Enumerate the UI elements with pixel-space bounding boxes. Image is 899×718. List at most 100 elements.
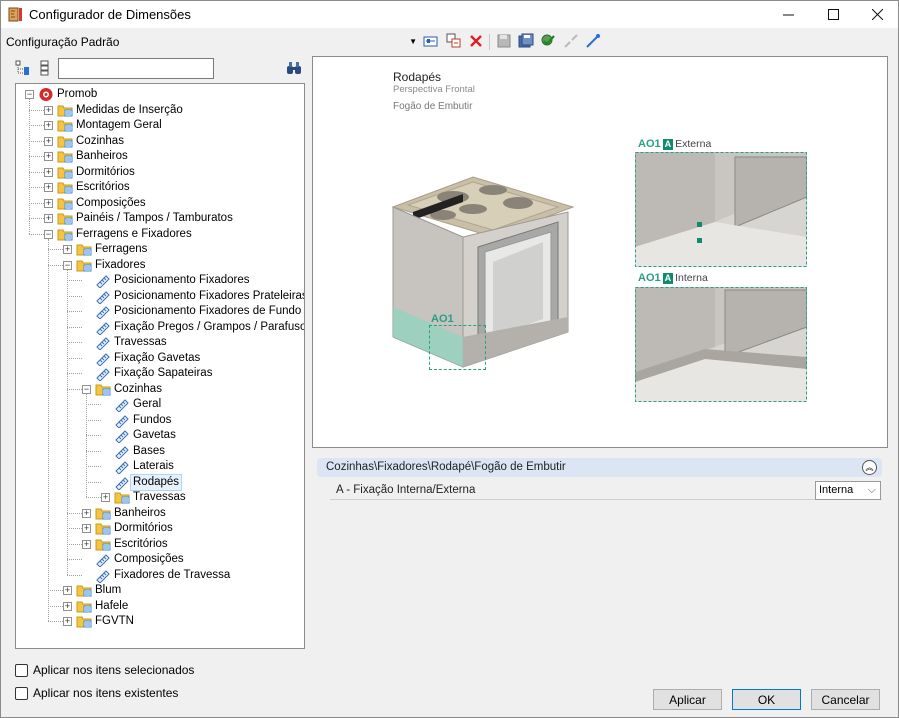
expand-node-icon[interactable]: + (101, 493, 110, 502)
save-icon[interactable] (495, 32, 513, 50)
tree-item[interactable]: Fixação Gavetas (16, 351, 304, 367)
tree-item[interactable]: + Composições (16, 196, 304, 211)
collapse-group-button[interactable]: ︽ (862, 460, 877, 475)
property-group-header: Cozinhas\Fixadores\Rodapé\Fogão de Embut… (317, 458, 882, 477)
tree-item-label: Posicionamento Fixadores de Fundo (114, 305, 302, 317)
tree-item-label: Posicionamento Fixadores (114, 274, 250, 286)
tree-item[interactable]: + Montagem Geral (16, 118, 304, 133)
property-value-dropdown[interactable]: Interna ⌵ (815, 481, 881, 500)
expand-node-icon[interactable]: + (82, 539, 91, 549)
tree-item[interactable]: Fixação Pregos / Grampos / Parafusos (16, 320, 304, 336)
expand-node-icon[interactable]: + (44, 121, 53, 130)
dimension-item-icon (95, 568, 111, 584)
close-button[interactable] (855, 1, 899, 28)
apply-selected-option[interactable]: Aplicar nos itens selecionados (15, 662, 194, 678)
collapse-node-icon[interactable]: − (82, 384, 91, 394)
expand-node-icon[interactable]: + (44, 183, 53, 192)
binoculars-search-icon[interactable] (286, 60, 302, 76)
configuration-dropdown[interactable]: Configuração Padrão ▼ (4, 32, 419, 52)
folder-icon (114, 490, 130, 505)
tree-item-label: Banheiros (76, 150, 128, 162)
insert-dimension-icon[interactable] (422, 32, 440, 50)
expand-node-icon[interactable]: + (82, 508, 91, 518)
tree-item[interactable]: + Blum (16, 583, 304, 598)
folder-icon (95, 521, 111, 536)
expand-node-icon[interactable]: + (44, 198, 53, 208)
tree-item[interactable]: + Escritórios (16, 180, 304, 195)
folder-icon (57, 165, 73, 180)
save-as-icon[interactable] (517, 32, 535, 50)
tree-item[interactable]: Fixação Sapateiras (16, 366, 304, 382)
tree-item[interactable]: + Medidas de Inserção (16, 103, 304, 118)
tree-item[interactable]: Posicionamento Fixadores (16, 273, 304, 289)
expand-node-icon[interactable]: + (63, 245, 72, 254)
tree-item[interactable]: + Dormitórios (16, 521, 304, 536)
collapse-tree-icon[interactable] (37, 60, 53, 76)
collapse-node-icon[interactable]: − (25, 90, 34, 99)
tree-item-label: Travessas (133, 491, 186, 503)
tree-item-label: Rodapés (130, 473, 183, 491)
title-bar: Configurador de Dimensões (1, 1, 898, 28)
tree-item[interactable]: − Fixadores (16, 258, 304, 273)
tree-item[interactable]: Rodapés (16, 473, 304, 491)
folder-icon (76, 614, 92, 629)
expand-node-icon[interactable]: + (44, 152, 53, 161)
expand-node-icon[interactable]: + (44, 167, 53, 177)
tree-item[interactable]: Posicionamento Fixadores de Fundo (16, 304, 304, 320)
cancel-button[interactable]: Cancelar (811, 689, 880, 710)
tree-item[interactable]: + Cozinhas (16, 134, 304, 149)
tree-item[interactable]: Laterais (16, 459, 304, 475)
tree-item-label: Promob (57, 88, 98, 100)
collapse-node-icon[interactable]: − (63, 260, 72, 270)
expand-node-icon[interactable]: + (44, 214, 53, 223)
tree-item[interactable]: + Banheiros (16, 506, 304, 521)
tree-item[interactable]: + Banheiros (16, 149, 304, 164)
expand-node-icon[interactable]: + (44, 136, 53, 146)
tree-item[interactable]: Posicionamento Fixadores Prateleiras (16, 289, 304, 305)
minimize-button[interactable] (766, 1, 810, 28)
connect-icon[interactable] (584, 32, 602, 50)
copy-configuration-icon[interactable] (445, 32, 463, 50)
delete-icon[interactable] (467, 32, 485, 50)
tree-item[interactable]: − Promob (16, 87, 304, 102)
tree-item-label: Hafele (95, 599, 129, 612)
expand-node-icon[interactable]: + (82, 524, 91, 533)
expand-tree-icon[interactable] (15, 60, 31, 76)
dimension-item-icon (114, 428, 130, 444)
tree-item-label: Fundos (133, 413, 172, 426)
apply-selected-checkbox[interactable] (15, 663, 28, 677)
expand-node-icon[interactable]: + (44, 105, 53, 115)
apply-selected-label: Aplicar nos itens selecionados (33, 663, 195, 677)
expand-node-icon[interactable]: + (63, 586, 72, 595)
tree-item[interactable]: Travessas (16, 335, 304, 351)
expand-node-icon[interactable]: + (63, 617, 72, 626)
tree-item[interactable]: Composições (16, 552, 304, 568)
maximize-button[interactable] (811, 1, 855, 28)
tree-item[interactable]: + Dormitórios (16, 165, 304, 180)
tree-item[interactable]: Gavetas (16, 428, 304, 444)
collapse-node-icon[interactable]: − (44, 229, 53, 239)
expand-node-icon[interactable]: + (63, 601, 72, 611)
disconnect-icon[interactable] (562, 32, 580, 50)
tree-item[interactable]: Fixadores de Travessa (16, 568, 304, 584)
tree-item-label: FGVTN (95, 615, 134, 627)
tree-item[interactable]: − Cozinhas (16, 382, 304, 397)
tree-item-label: Blum (95, 584, 122, 596)
tree-item[interactable]: − Ferragens e Fixadores (16, 227, 304, 242)
tree-item[interactable]: + FGVTN (16, 614, 304, 629)
tree-item[interactable]: Geral (16, 397, 304, 413)
tree-search-input[interactable] (58, 58, 214, 79)
category-tree[interactable]: − Promob + Medidas de Inserção + Montagem Ger… (15, 83, 305, 649)
apply-existing-option[interactable]: Aplicar nos itens existentes (15, 685, 178, 701)
tree-item[interactable]: + Escritórios (16, 537, 304, 552)
apply-existing-checkbox[interactable] (15, 686, 28, 700)
apply-check-icon[interactable] (539, 32, 557, 50)
tree-item[interactable]: + Travessas (16, 490, 304, 505)
tree-item[interactable]: + Painéis / Tampos / Tamburatos (16, 211, 304, 226)
apply-button[interactable]: Aplicar (653, 689, 722, 710)
tree-item[interactable]: Bases (16, 444, 304, 460)
tree-item[interactable]: Fundos (16, 413, 304, 429)
tree-item[interactable]: + Hafele (16, 599, 304, 614)
tree-item[interactable]: + Ferragens (16, 242, 304, 257)
ok-button[interactable]: OK (732, 689, 801, 710)
